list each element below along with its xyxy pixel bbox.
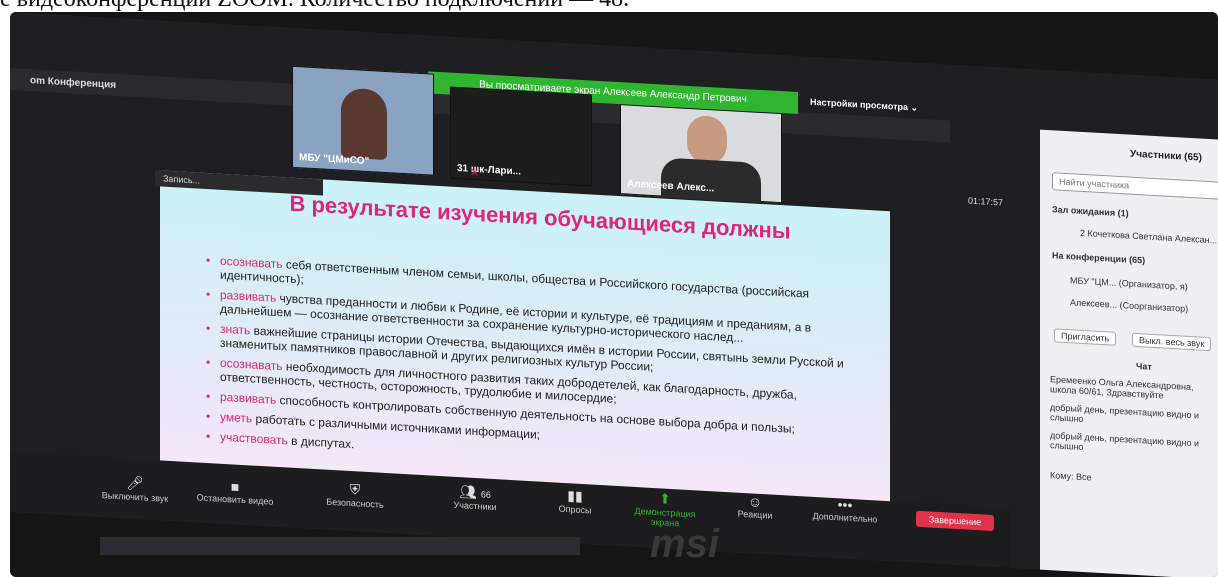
chat-message: добрый день, презентацию видно и слышно: [1050, 430, 1200, 453]
meeting-timer: 01:17:57: [968, 195, 1004, 208]
laptop-brand-logo: msi: [650, 522, 719, 566]
view-options-button[interactable]: Настройки просмотра ⌄: [810, 97, 918, 114]
participants-button[interactable]: 👥︎ 66 Участники: [430, 481, 520, 513]
participant-video: [341, 87, 387, 161]
stop-video-button[interactable]: ■ Остановить видео: [190, 476, 280, 507]
chat-header: Чат: [1136, 360, 1152, 372]
security-button[interactable]: ⛨ Безопасность: [310, 479, 400, 511]
chat-message: Еремеенко Ольга Александровна, школа 60/…: [1050, 374, 1194, 401]
waiting-participant[interactable]: 2 Кочеткова Светлана Алексан...: [1080, 228, 1217, 246]
mute-button[interactable]: 🎤︎ Выключить звук: [90, 472, 180, 504]
video-tile-alekseev[interactable]: Алексеев Алекс...: [620, 104, 782, 204]
waiting-room-header[interactable]: Зал ожидания (1): [1052, 204, 1129, 218]
search-input[interactable]: Найти участника: [1052, 172, 1218, 200]
zoom-window: om Конференция Вы просматриваете экран А…: [10, 12, 1218, 577]
participants-header: Участники (65): [1130, 148, 1202, 164]
muted-mic-icon: ✕: [470, 166, 480, 180]
laptop-photo: om Конференция Вы просматриваете экран А…: [10, 12, 1218, 577]
participant-item[interactable]: Алексеев... (Соорганизатор): [1070, 297, 1188, 314]
video-tile-cmiso[interactable]: МБУ "ЦМиСО": [292, 65, 434, 176]
participant-body: [661, 157, 761, 203]
polls-button[interactable]: ▮▮ Опросы: [530, 485, 620, 517]
in-meeting-header[interactable]: На конференции (65): [1052, 250, 1145, 265]
chat-recipient-select[interactable]: Кому: Все: [1050, 470, 1092, 482]
windows-taskbar: [100, 537, 580, 555]
participant-face: [687, 114, 727, 166]
reactions-button[interactable]: ☺ Реакции: [710, 491, 800, 522]
participant-item[interactable]: МБУ "ЦМ... (Организатор, я): [1070, 275, 1188, 292]
invite-button[interactable]: Пригласить: [1054, 328, 1117, 346]
mute-all-button[interactable]: Выкл. весь звук: [1132, 332, 1212, 352]
participants-panel: Участники (65) Найти участника Зал ожида…: [1040, 129, 1218, 577]
video-tile-label: 31 шк-Лари...: [457, 162, 521, 178]
slide-bullets: осознавать себя ответственным членом сем…: [206, 253, 846, 485]
more-button[interactable]: ••• Дополнительно: [800, 494, 890, 525]
chat-message: добрый день, презентацию видно и слышно: [1050, 402, 1200, 425]
